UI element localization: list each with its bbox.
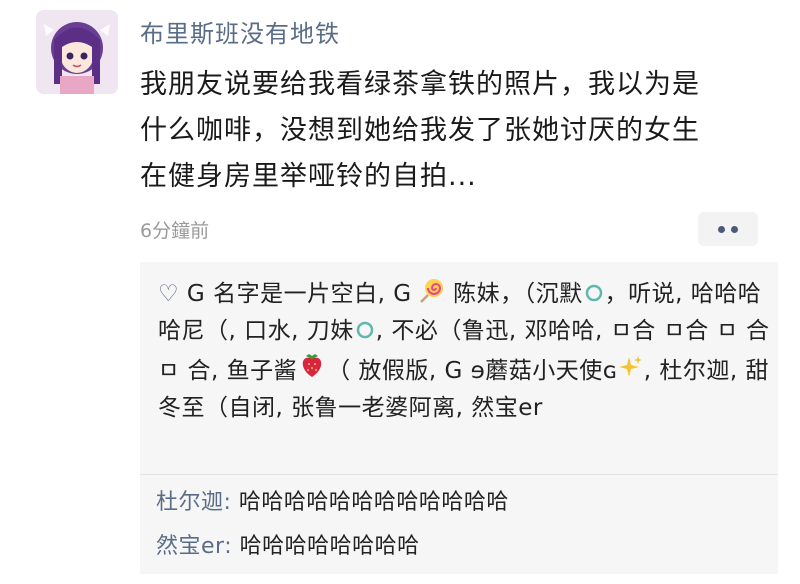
comment-author[interactable]: 然宝er: <box>156 534 240 559</box>
comment-text: 哈哈哈哈哈哈哈哈哈哈哈哈 <box>238 490 509 515</box>
likes-segment: （ 放假版, G ɘ蘑菇小天使ɢ <box>327 358 618 384</box>
more-button[interactable] <box>698 212 758 246</box>
divider <box>140 474 778 475</box>
comment-item[interactable]: 然宝er: 哈哈哈哈哈哈哈哈 <box>156 528 420 560</box>
strawberry-icon <box>302 354 322 377</box>
likes-list: ♡ G 名字是一片空白, G 陈妹，（沉默 ，听说, 哈哈哈哈尼（, 口水, 刀… <box>158 276 770 427</box>
likes-segment: G 名字是一片空白, G <box>179 281 420 307</box>
more-icon <box>718 225 725 233</box>
comment-text: 哈哈哈哈哈哈哈哈 <box>239 534 420 559</box>
teal-circle-icon <box>356 321 373 339</box>
comment-author[interactable]: 杜尔迦: <box>156 490 239 515</box>
post-text: 我朋友说要给我看绿茶拿铁的照片，我以为是什么咖啡，没想到她给我发了张她讨厌的女生… <box>140 69 700 192</box>
lollipop-icon <box>420 279 444 303</box>
sparkles-icon <box>618 356 642 377</box>
timestamp: 6分鐘前 <box>140 220 210 242</box>
heart-icon: ♡ <box>158 281 180 307</box>
avatar[interactable] <box>36 10 118 94</box>
more-icon-dot <box>731 225 738 233</box>
interaction-box: ♡ G 名字是一片空白, G 陈妹，（沉默 ，听说, 哈哈哈哈尼（, 口水, 刀… <box>140 262 778 574</box>
username[interactable]: 布里斯班没有地铁 <box>140 14 340 49</box>
likes-segment: 陈妹，（沉默 <box>445 281 583 307</box>
post-card: 布里斯班没有地铁 我朋友说要给我看绿茶拿铁的照片，我以为是什么咖啡，没想到她给我… <box>0 0 800 584</box>
teal-circle-icon <box>585 284 602 302</box>
comment-item[interactable]: 杜尔迦: 哈哈哈哈哈哈哈哈哈哈哈哈 <box>156 484 509 516</box>
